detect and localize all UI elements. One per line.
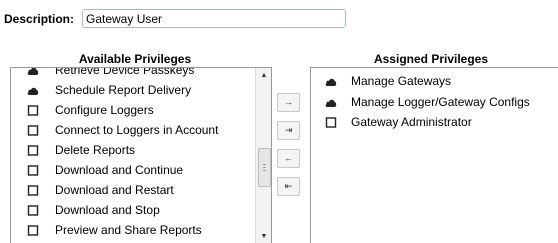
- description-label: Description:: [4, 12, 75, 26]
- list-item-label: Preview and Share Reports: [55, 223, 202, 237]
- list-item-label: Gateway Administrator: [351, 115, 472, 129]
- list-item-label: Retrieve Device Passkeys: [55, 67, 195, 77]
- list-item-label: Manage Logger/Gateway Configs: [351, 95, 530, 109]
- add-privilege-button[interactable]: →: [277, 93, 300, 112]
- checkbox-icon: [27, 145, 39, 156]
- checkbox-icon: [27, 225, 39, 236]
- scrollbar-thumb[interactable]: [258, 148, 271, 187]
- cloud-icon: [325, 99, 337, 107]
- available-privileges-title: Available Privileges: [78, 52, 192, 66]
- list-item-label: Connect to Loggers in Account: [55, 123, 219, 137]
- list-item[interactable]: Download and Restart: [11, 181, 255, 201]
- assigned-privileges-title: Assigned Privileges: [373, 52, 489, 66]
- list-item[interactable]: Download and Stop: [11, 201, 255, 221]
- available-privileges-list[interactable]: Retrieve Device Passkeys Schedule Report…: [10, 67, 272, 243]
- checkbox-icon: [27, 185, 39, 196]
- list-item[interactable]: Delete Reports: [11, 141, 255, 161]
- remove-all-privileges-button[interactable]: ⇤: [277, 177, 300, 196]
- checkbox-icon: [27, 125, 39, 136]
- list-item[interactable]: Connect to Loggers in Account: [11, 121, 255, 141]
- list-item[interactable]: Manage Gateways: [311, 72, 557, 92]
- available-list-scrollbar[interactable]: ▲ ▼: [255, 68, 271, 243]
- list-item[interactable]: Schedule Report Delivery: [11, 81, 255, 101]
- list-item[interactable]: Retrieve Device Passkeys: [11, 67, 255, 81]
- list-item[interactable]: Download and Continue: [11, 161, 255, 181]
- checkbox-icon: [27, 165, 39, 176]
- list-item-label: Download and Restart: [55, 183, 174, 197]
- list-item[interactable]: Preview and Share Reports: [11, 221, 255, 241]
- cloud-icon: [27, 68, 39, 75]
- list-item-label: Manage Gateways: [351, 74, 452, 88]
- list-item[interactable]: Manage Logger/Gateway Configs: [311, 93, 557, 113]
- assigned-privileges-list[interactable]: Manage Gateways Manage Logger/Gateway Co…: [310, 67, 558, 243]
- checkbox-icon: [325, 117, 337, 128]
- cloud-icon: [27, 87, 39, 95]
- list-item-label: Configure Loggers: [55, 103, 154, 117]
- remove-privilege-button[interactable]: ←: [277, 149, 300, 168]
- cloud-icon: [325, 78, 337, 86]
- grip-line: [263, 164, 266, 165]
- list-item-label: Download and Stop: [55, 203, 160, 217]
- list-item-label: Schedule Report Delivery: [55, 83, 192, 97]
- grip-line: [263, 167, 266, 168]
- list-item-label: Download and Continue: [55, 163, 184, 177]
- scroll-down-arrow-icon[interactable]: ▼: [256, 231, 271, 243]
- scroll-up-arrow-icon[interactable]: ▲: [256, 70, 271, 82]
- list-item[interactable]: Configure Loggers: [11, 101, 255, 121]
- list-item-label: Delete Reports: [55, 143, 136, 157]
- checkbox-icon: [27, 105, 39, 116]
- list-item[interactable]: Gateway Administrator: [311, 113, 557, 133]
- checkbox-icon: [27, 205, 39, 216]
- add-all-privileges-button[interactable]: ⇥: [277, 121, 300, 140]
- grip-line: [263, 170, 266, 171]
- description-input[interactable]: [82, 9, 346, 28]
